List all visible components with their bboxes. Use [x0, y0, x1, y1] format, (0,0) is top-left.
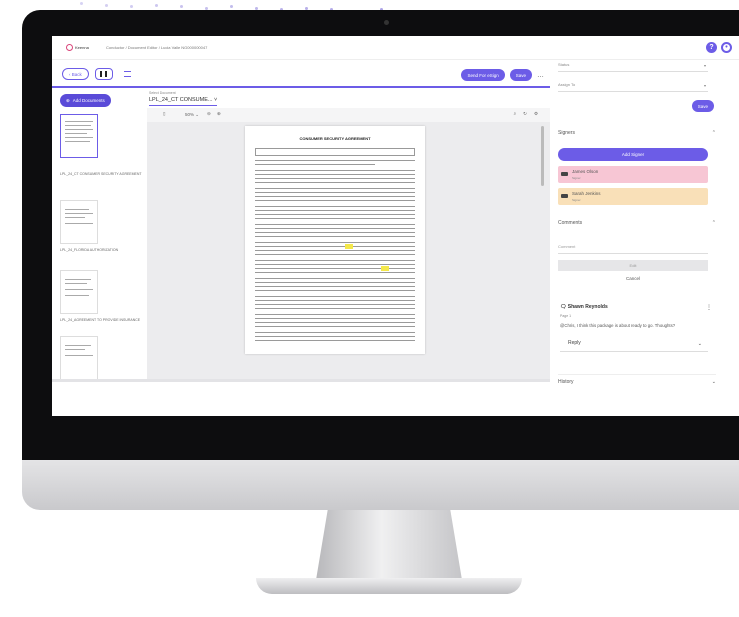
- camera-icon: [384, 20, 389, 25]
- comment-text: @Chris, I think this package is about re…: [560, 323, 676, 328]
- screen: Keenna Conductor / Document Editor / Luc…: [52, 36, 739, 416]
- signer-name: James Olson: [572, 169, 599, 174]
- decorative-dot: [230, 5, 233, 8]
- document-list: ⊕ Add Documents LPL_24_CT CONSUMER SECUR…: [52, 90, 147, 380]
- add-signer-button[interactable]: Add Signer: [558, 148, 708, 161]
- rotate-icon[interactable]: ↻: [523, 111, 527, 117]
- signers-section-header[interactable]: Signers ⌃: [558, 130, 716, 136]
- comments-title: Comments: [558, 220, 583, 226]
- comment-page: Page 1: [560, 314, 572, 318]
- signer-role: Signer: [572, 198, 581, 202]
- drag-handle-icon[interactable]: [561, 172, 568, 176]
- comment-icon: 🗨: [560, 304, 567, 310]
- history-title: History: [558, 379, 574, 385]
- breadcrumb-text: Conductor / Document Editor / Lucia Vall…: [106, 45, 208, 50]
- more-vertical-icon[interactable]: ⋮: [706, 304, 712, 311]
- status-select[interactable]: Status ▾: [558, 62, 708, 72]
- comment-marker[interactable]: [345, 244, 353, 249]
- back-button[interactable]: ‹ Back: [62, 68, 89, 80]
- send-for-esign-button[interactable]: Send For eSign: [461, 69, 505, 81]
- history-section-header[interactable]: History ⌄: [558, 374, 716, 385]
- comment-input[interactable]: Comment: [558, 244, 708, 254]
- signer-card[interactable]: James Olson Signer: [558, 166, 708, 183]
- document-caption: LPL_24_CT CONSUMER SECURITY AGREEMENT: [60, 172, 142, 176]
- logo-text: Keenna: [75, 45, 89, 50]
- assign-to-placeholder: Assign To: [558, 82, 576, 87]
- chevron-down-icon: ⌄: [711, 379, 716, 385]
- page-icon[interactable]: ▯: [163, 111, 165, 117]
- viewer-scrollbar[interactable]: [541, 126, 544, 186]
- document-caption: LPL_24_FLORIDA AUTHORIZATION: [60, 248, 119, 252]
- zoom-out-icon[interactable]: ⊖: [207, 111, 211, 117]
- decorative-dot: [80, 2, 83, 5]
- logo[interactable]: Keenna: [66, 43, 96, 53]
- help-icon[interactable]: ?: [706, 42, 717, 53]
- reply-label: Reply: [568, 340, 581, 346]
- doc-toolbar: ‹ Back Send For eSign Save …: [52, 62, 550, 88]
- document-thumbnail[interactable]: [60, 270, 98, 314]
- assign-to-select[interactable]: Assign To ▾: [558, 82, 708, 92]
- document-viewer: Select Document LPL_24_CT CONSUME... ˅ ▯…: [147, 90, 550, 380]
- thumb-actions: [70, 162, 94, 170]
- more-options-icon[interactable]: …: [537, 72, 544, 79]
- viewer-toolbar: ▯ 50% ⌄ ⊖ ⊕ ⌕ ↻ ⚙: [147, 108, 550, 122]
- comment-author: 🗨 Shawn Reynolds: [560, 304, 608, 310]
- settings-icon[interactable]: ⚙: [534, 111, 538, 117]
- search-icon[interactable]: ⌕: [514, 111, 517, 117]
- top-bar: Keenna Conductor / Document Editor / Luc…: [52, 36, 739, 60]
- decorative-dot: [130, 5, 133, 8]
- split-view-button[interactable]: [94, 68, 113, 80]
- document-name[interactable]: LPL_24_CT CONSUME... ˅: [149, 97, 218, 106]
- decorative-dot: [180, 5, 183, 8]
- user-avatar-icon[interactable]: •: [721, 42, 732, 53]
- zoom-in-icon[interactable]: ⊕: [217, 111, 221, 117]
- list-view-button[interactable]: [119, 68, 137, 80]
- logo-icon: [66, 44, 73, 51]
- horizontal-scrollbar[interactable]: [52, 379, 550, 382]
- document-page: CONSUMER SECURITY AGREEMENT: [245, 126, 425, 354]
- document-tab[interactable]: Select Document LPL_24_CT CONSUME... ˅: [147, 90, 550, 108]
- save-button[interactable]: Save: [509, 69, 532, 81]
- add-documents-label: Add Documents: [72, 98, 105, 103]
- add-signer-label: Add Signer: [621, 152, 645, 157]
- chevron-up-icon: ⌃: [711, 220, 716, 226]
- comment-author-name: Shawn Reynolds: [567, 304, 608, 310]
- document-thumbnail[interactable]: [60, 114, 98, 158]
- drag-handle-icon[interactable]: [561, 194, 568, 198]
- chevron-up-icon: ⌃: [711, 130, 716, 136]
- plus-icon: ⊕: [66, 97, 70, 103]
- signer-name: Sarah Jenkins: [572, 191, 601, 196]
- comment-placeholder: Comment: [558, 244, 576, 249]
- decorative-dot: [155, 3, 158, 7]
- list-view-icon: [124, 71, 132, 77]
- status-placeholder: Status: [558, 62, 570, 67]
- breadcrumb: Conductor / Document Editor / Lucia Vall…: [106, 45, 207, 50]
- cancel-button[interactable]: Cancel: [558, 276, 708, 281]
- signer-card[interactable]: Sarah Jenkins Signer: [558, 188, 708, 205]
- monitor-chin: [22, 460, 739, 510]
- reply-select[interactable]: Reply ⌄: [560, 340, 708, 352]
- comments-section-header[interactable]: Comments ⌃: [558, 220, 716, 226]
- add-documents-button[interactable]: ⊕ Add Documents: [60, 94, 111, 107]
- save-assign-button[interactable]: Save: [691, 100, 714, 112]
- monitor-base: [256, 578, 522, 594]
- chevron-down-icon: ⌄: [697, 341, 702, 347]
- monitor-stand: [316, 510, 462, 580]
- comment-marker[interactable]: [381, 266, 389, 271]
- document-title: CONSUMER SECURITY AGREEMENT: [299, 136, 371, 141]
- signers-title: Signers: [558, 130, 575, 136]
- document-caption: LPL_24_AGREEMENT TO PROVIDE INSURANCE: [60, 318, 141, 322]
- decorative-dot: [105, 3, 108, 7]
- zoom-select[interactable]: 50% ⌄: [185, 112, 199, 118]
- split-view-icon: [100, 71, 108, 77]
- document-thumbnail[interactable]: [60, 336, 98, 380]
- select-document-label: Select Document: [149, 91, 176, 95]
- edit-button[interactable]: Edit: [558, 260, 708, 271]
- document-thumbnail[interactable]: [60, 200, 98, 244]
- signer-role: Signer: [572, 176, 581, 180]
- right-panel: Status ▾ Assign To ▾ Save Signers ⌃ Add Sig…: [550, 60, 720, 416]
